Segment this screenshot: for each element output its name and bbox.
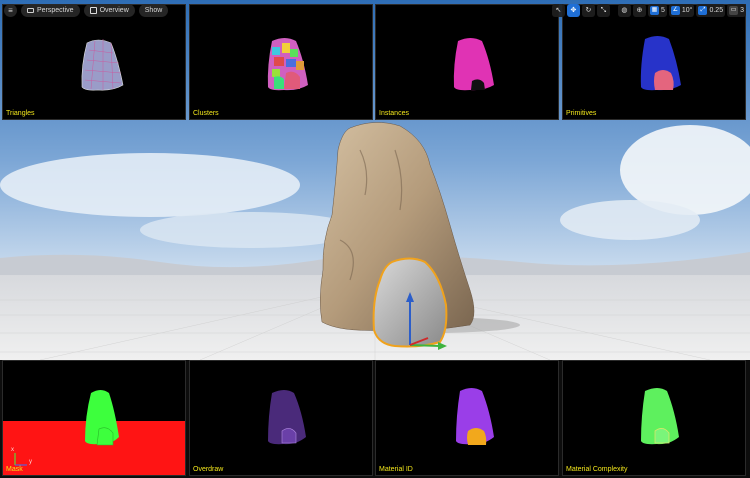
material-id-preview	[456, 388, 494, 445]
rotation-snap-button[interactable]: ∠ 10°	[668, 4, 695, 17]
surface-snap-button[interactable]: ⊕	[632, 4, 646, 17]
grid-snap-button[interactable]: ▦ 5	[647, 4, 667, 17]
video-camera-icon: ▭	[729, 6, 739, 15]
hamburger-menu-button[interactable]: ≡	[4, 4, 17, 17]
perspective-button[interactable]: Perspective	[21, 4, 80, 17]
panel-mask[interactable]: x y Mask	[2, 360, 186, 476]
translate-tool-button[interactable]: ✥	[566, 4, 580, 17]
menu-icon: ≡	[8, 6, 13, 15]
select-tool-button[interactable]: ↖	[551, 4, 565, 17]
panel-label-mask: Mask	[6, 466, 23, 473]
surface-snap-icon: ⊕	[636, 7, 643, 14]
panel-primitives[interactable]: Primitives	[562, 4, 746, 120]
perspective-label: Perspective	[37, 7, 74, 14]
instances-preview	[453, 38, 494, 91]
panel-label-material-complexity: Material Complexity	[566, 466, 628, 473]
grid-snap-value: 5	[660, 7, 665, 14]
axis-label-x: x	[11, 447, 14, 453]
panel-label-primitives: Primitives	[566, 110, 597, 117]
cloud	[0, 153, 300, 217]
viewport-toolbar-left: ≡ Perspective Overview Show	[4, 4, 169, 17]
scale-snap-button[interactable]: ⤢ 0.25	[696, 4, 726, 17]
camera-speed-value: 3	[740, 7, 744, 14]
panel-instances[interactable]: Instances	[375, 4, 559, 120]
panel-label-instances: Instances	[379, 110, 409, 117]
primitives-preview	[640, 36, 681, 91]
scale-icon: ⤡	[600, 7, 607, 14]
panel-label-clusters: Clusters	[193, 110, 219, 117]
material-complexity-preview	[641, 388, 679, 445]
move-icon: ✥	[570, 7, 577, 14]
viewport-toolbar-right: ↖ ✥ ↻ ⤡ ◍ ⊕ ▦ 5 ∠ 10° ⤢ 0.25 ▭ 3	[551, 4, 746, 17]
globe-icon: ◍	[621, 7, 628, 14]
camera-icon	[27, 8, 34, 13]
scale-snap-value: 0.25	[709, 7, 724, 14]
clusters-preview	[267, 38, 308, 91]
cursor-icon: ↖	[555, 7, 562, 14]
overdraw-preview	[268, 390, 306, 445]
panel-overdraw[interactable]: Overdraw	[189, 360, 373, 476]
panel-label-overdraw: Overdraw	[193, 466, 224, 473]
rotate-tool-button[interactable]: ↻	[581, 4, 595, 17]
show-button[interactable]: Show	[138, 4, 169, 17]
panel-material-complexity[interactable]: Material Complexity	[562, 360, 746, 476]
cloud	[560, 200, 700, 240]
axis-label-y: y	[29, 459, 32, 465]
rotation-snap-value: 10°	[681, 7, 693, 14]
view-mode-label: Overview	[99, 7, 129, 14]
coordinate-space-button[interactable]: ◍	[617, 4, 631, 17]
panel-material-id[interactable]: Material ID	[375, 360, 559, 476]
camera-speed-button[interactable]: ▭ 3	[727, 4, 746, 17]
triangles-preview	[81, 39, 124, 91]
view-mode-icon	[89, 7, 97, 14]
panel-clusters[interactable]: Clusters	[189, 4, 373, 120]
scale-snap-icon: ⤢	[698, 6, 708, 15]
scale-tool-button[interactable]: ⤡	[596, 4, 610, 17]
panel-triangles[interactable]: Triangles	[2, 4, 186, 120]
grid-snap-icon: ▦	[649, 6, 659, 15]
show-label: Show	[144, 7, 163, 14]
view-mode-button[interactable]: Overview	[83, 4, 135, 17]
angle-snap-icon: ∠	[670, 6, 680, 15]
rotate-icon: ↻	[585, 7, 592, 14]
level-viewport[interactable]: ≡ Perspective Overview Show ↖ ✥ ↻ ⤡ ◍ ⊕ …	[0, 0, 750, 478]
panel-label-material-id: Material ID	[379, 466, 413, 473]
panel-label-triangles: Triangles	[6, 110, 35, 117]
